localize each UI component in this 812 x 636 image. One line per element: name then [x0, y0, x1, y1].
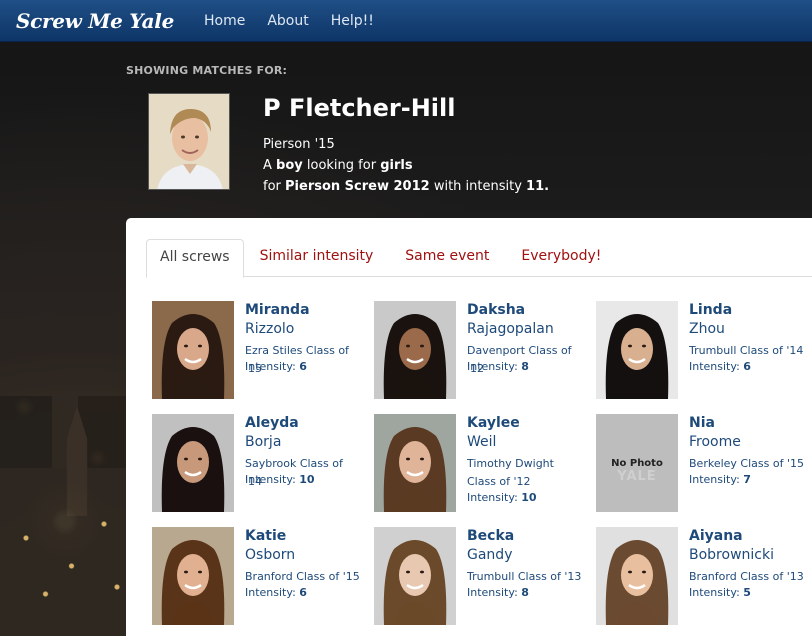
match-photo[interactable]: [374, 527, 456, 625]
match-intensity: Intensity: 8: [467, 586, 529, 599]
event-prefix: for: [263, 179, 286, 194]
intensity-value: 7: [743, 473, 751, 486]
match-first-name[interactable]: Aleyda: [245, 415, 299, 431]
matches-panel: All screws Similar intensity Same event …: [126, 218, 812, 636]
match-last-name[interactable]: Weil: [467, 434, 496, 450]
match-first-name[interactable]: Becka: [467, 528, 514, 544]
match-last-name[interactable]: Froome: [689, 434, 741, 450]
match-first-name[interactable]: Katie: [245, 528, 286, 544]
intensity-label: Intensity:: [245, 586, 300, 599]
match-intensity: Intensity: 10: [467, 491, 537, 504]
nav-home-link[interactable]: Home: [204, 13, 245, 29]
brand-logo[interactable]: Screw Me Yale: [16, 9, 174, 33]
match-intensity: Intensity: 5: [689, 586, 751, 599]
match-card[interactable]: Linda Zhou Trumbull Class of '14 Intensity:…: [596, 301, 806, 401]
match-card[interactable]: Becka Gandy Trumbull Class of '13 Intensity…: [374, 527, 584, 627]
intensity-value: 10: [299, 473, 315, 486]
intensity-value: 8: [521, 360, 529, 373]
intensity-value: 6: [299, 586, 307, 599]
profile-event: Pierson Screw 2012: [285, 179, 430, 194]
match-intensity: Intensity: 6: [245, 586, 307, 599]
intensity-label: Intensity:: [245, 360, 300, 373]
match-card[interactable]: Kaylee Weil Timothy Dwight Class of '12 Int…: [374, 414, 584, 514]
match-first-name[interactable]: Kaylee: [467, 415, 520, 431]
match-tabs: All screws Similar intensity Same event …: [146, 239, 812, 278]
match-intensity: Intensity: 7: [689, 473, 751, 486]
match-class: Timothy Dwight Class of '12: [467, 457, 554, 488]
match-intensity: Intensity: 6: [245, 360, 307, 373]
tab-similar-intensity[interactable]: Similar intensity: [244, 239, 390, 277]
match-intensity: Intensity: 6: [689, 360, 751, 373]
intensity-label: Intensity:: [467, 360, 522, 373]
match-last-name[interactable]: Gandy: [467, 547, 512, 563]
intensity-value: 6: [299, 360, 307, 373]
match-last-name[interactable]: Rizzolo: [245, 321, 294, 337]
profile-gender: boy: [276, 158, 303, 173]
looking-prefix: A: [263, 158, 277, 173]
match-class: Berkeley Class of '15: [689, 457, 804, 470]
profile-college: Pierson '15: [263, 137, 335, 152]
no-photo-placeholder[interactable]: No Photo YALE: [596, 414, 678, 512]
intensity-value: 6: [743, 360, 751, 373]
background-skyline: [0, 396, 130, 636]
match-last-name[interactable]: Bobrownicki: [689, 547, 774, 563]
profile-event-line: for Pierson Screw 2012 with intensity 11…: [263, 176, 549, 197]
match-card[interactable]: Katie Osborn Branford Class of '15 Intensit…: [152, 527, 362, 627]
match-intensity: Intensity: 10: [245, 473, 315, 486]
showing-matches-label: SHOWING MATCHES FOR:: [126, 64, 288, 77]
match-photo[interactable]: [152, 301, 234, 399]
intensity-value: 5: [743, 586, 751, 599]
match-last-name[interactable]: Zhou: [689, 321, 725, 337]
match-photo[interactable]: [596, 301, 678, 399]
match-class: Trumbull Class of '13: [467, 570, 582, 583]
profile-details: Pierson '15 A boy looking for girls for …: [263, 134, 549, 197]
navbar: Screw Me Yale Home About Help!!: [0, 0, 812, 42]
intensity-label: Intensity:: [689, 473, 744, 486]
match-first-name[interactable]: Daksha: [467, 302, 525, 318]
no-photo-watermark: YALE: [617, 469, 657, 484]
match-intensity: Intensity: 8: [467, 360, 529, 373]
match-photo[interactable]: [374, 301, 456, 399]
profile-preference: girls: [380, 158, 413, 173]
intensity-value: 10: [521, 491, 537, 504]
intensity-value: 8: [521, 586, 529, 599]
nav-about-link[interactable]: About: [267, 13, 308, 29]
intensity-label: Intensity:: [467, 491, 522, 504]
event-mid: with intensity: [429, 179, 527, 194]
nav-help-link[interactable]: Help!!: [331, 13, 374, 29]
match-last-name[interactable]: Borja: [245, 434, 281, 450]
match-card[interactable]: Aiyana Bobrownicki Branford Class of '13 In…: [596, 527, 806, 627]
match-card[interactable]: Daksha Rajagopalan Davenport Class of '12 I…: [374, 301, 584, 401]
match-photo[interactable]: [596, 527, 678, 625]
match-card[interactable]: Aleyda Borja Saybrook Class of '14 Intensit…: [152, 414, 362, 514]
tab-all-screws[interactable]: All screws: [146, 239, 244, 278]
match-card[interactable]: No Photo YALE Nia Froome Berkeley Class of '…: [596, 414, 806, 514]
intensity-label: Intensity:: [245, 473, 300, 486]
match-photo[interactable]: [374, 414, 456, 512]
profile-photo: [148, 93, 230, 190]
match-first-name[interactable]: Aiyana: [689, 528, 743, 544]
looking-mid: looking for: [302, 158, 381, 173]
match-photo[interactable]: [152, 527, 234, 625]
match-first-name[interactable]: Miranda: [245, 302, 310, 318]
match-class: Trumbull Class of '14: [689, 344, 804, 357]
match-first-name[interactable]: Linda: [689, 302, 732, 318]
tab-everybody[interactable]: Everybody!: [505, 239, 617, 277]
profile-looking-line: A boy looking for girls: [263, 155, 549, 176]
intensity-label: Intensity:: [467, 586, 522, 599]
match-photo[interactable]: [152, 414, 234, 512]
match-last-name[interactable]: Osborn: [245, 547, 295, 563]
match-class: Branford Class of '13: [689, 570, 804, 583]
profile-name: P Fletcher-Hill: [263, 94, 456, 122]
match-card[interactable]: Miranda Rizzolo Ezra Stiles Class of '15 In…: [152, 301, 362, 401]
no-photo-label: No Photo: [611, 457, 663, 469]
profile-intensity: 11.: [526, 179, 550, 194]
tab-same-event[interactable]: Same event: [389, 239, 505, 277]
match-last-name[interactable]: Rajagopalan: [467, 321, 554, 337]
intensity-label: Intensity:: [689, 360, 744, 373]
intensity-label: Intensity:: [689, 586, 744, 599]
match-class: Branford Class of '15: [245, 570, 360, 583]
match-first-name[interactable]: Nia: [689, 415, 715, 431]
